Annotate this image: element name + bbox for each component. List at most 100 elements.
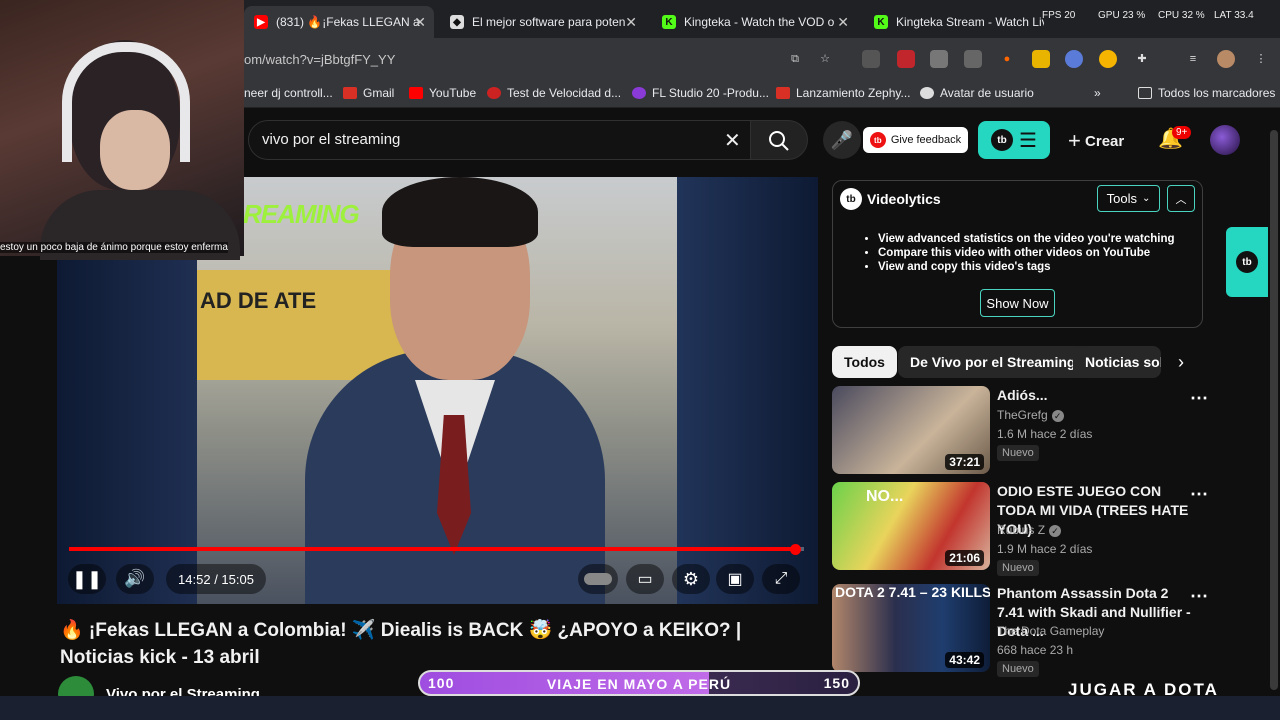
tubebuddy-logo-icon: tb bbox=[991, 129, 1014, 151]
media-control-icon[interactable]: ≡ bbox=[1184, 50, 1202, 68]
settings-button[interactable]: ⚙ bbox=[672, 564, 710, 594]
rec-channel[interactable]: TheGrefg ✓ bbox=[997, 408, 1064, 422]
tab-software[interactable]: ◆ El mejor software para poten ✕ bbox=[440, 6, 645, 38]
tab-kingteka-live[interactable]: K Kingteka Stream - Watch Live bbox=[864, 6, 1044, 38]
extension-icon[interactable] bbox=[1032, 50, 1050, 68]
more-bookmarks-icon[interactable]: » bbox=[1094, 86, 1101, 100]
speedtest-icon bbox=[487, 87, 501, 99]
bookmark-item[interactable]: FL Studio 20 -Produ... bbox=[632, 86, 769, 100]
list-item[interactable]: DOTA 2 7.41 – 23 KILLS 43:42 Phantom Ass… bbox=[832, 584, 1208, 677]
bookmark-item[interactable]: Lanzamiento Zephy... bbox=[776, 86, 911, 100]
volume-button[interactable]: 🔊 bbox=[116, 564, 154, 594]
extension-icon[interactable] bbox=[1099, 50, 1117, 68]
fl-studio-icon bbox=[632, 87, 646, 99]
install-app-icon[interactable]: ⧉ bbox=[786, 50, 804, 68]
bookmark-item[interactable]: Gmail bbox=[343, 86, 394, 100]
duration-badge: 37:21 bbox=[945, 454, 984, 470]
gmail-icon bbox=[776, 87, 790, 99]
create-button[interactable]: + Crear bbox=[1068, 128, 1124, 154]
extension-icon[interactable] bbox=[964, 50, 982, 68]
video-thumbnail[interactable]: 37:21 bbox=[832, 386, 990, 474]
tab-title: Kingteka Stream - Watch Live bbox=[896, 15, 1044, 29]
clear-search-icon[interactable]: ✕ bbox=[724, 128, 741, 153]
gpu-readout: GPU 23 % bbox=[1098, 10, 1146, 21]
videolytics-title: Videolytics bbox=[867, 191, 941, 207]
kick-favicon-icon: K bbox=[662, 15, 676, 29]
search-input[interactable]: vivo por el streaming bbox=[262, 131, 400, 148]
theater-mode-button[interactable]: ▣ bbox=[716, 564, 754, 594]
rec-channel[interactable]: Rubius Z ✓ bbox=[997, 523, 1062, 537]
fullscreen-button[interactable]: ⤢ bbox=[762, 564, 800, 594]
show-now-button[interactable]: Show Now bbox=[980, 289, 1055, 317]
chip-channel[interactable]: De Vivo por el Streaming bbox=[898, 346, 1088, 378]
gear-icon: ⚙ bbox=[682, 568, 700, 589]
videolytics-feature-list: View advanced statistics on the video yo… bbox=[870, 232, 1175, 274]
verified-icon: ✓ bbox=[1049, 525, 1062, 537]
browser-menu-icon[interactable]: ⋮ bbox=[1252, 50, 1270, 68]
chevron-right-icon[interactable]: › bbox=[1178, 352, 1184, 373]
close-tab-icon[interactable]: ✕ bbox=[625, 14, 637, 31]
more-options-icon[interactable]: ⋯ bbox=[1190, 586, 1208, 607]
account-avatar[interactable] bbox=[1210, 125, 1240, 155]
list-item[interactable]: 37:21 Adiós... TheGrefg ✓ 1.6 M hace 2 dí… bbox=[832, 386, 1208, 476]
bookmark-item[interactable]: neer dj controll... bbox=[244, 86, 333, 100]
extensions-puzzle-icon[interactable]: ✚ bbox=[1133, 50, 1151, 68]
subtitles-button[interactable]: ▭ bbox=[626, 564, 664, 594]
bookmark-item[interactable]: Avatar de usuario bbox=[920, 86, 1034, 100]
duration-badge: 21:06 bbox=[945, 550, 984, 566]
goal-start: 100 bbox=[428, 675, 455, 691]
tools-dropdown[interactable]: Tools ⌄ bbox=[1097, 185, 1160, 212]
more-options-icon[interactable]: ⋯ bbox=[1190, 484, 1208, 505]
extension-icon[interactable]: ● bbox=[998, 50, 1016, 68]
voice-search-button[interactable]: 🎤 bbox=[823, 121, 861, 159]
subtitles-icon: ▭ bbox=[637, 571, 653, 588]
extension-icon[interactable] bbox=[930, 50, 948, 68]
collapse-panel-button[interactable]: ︿ bbox=[1167, 185, 1195, 212]
volume-icon: 🔊 bbox=[124, 569, 146, 588]
video-thumbnail[interactable]: DOTA 2 7.41 – 23 KILLS 43:42 bbox=[832, 584, 990, 672]
search-button[interactable] bbox=[750, 120, 808, 160]
pause-button[interactable]: ❚❚ bbox=[68, 564, 106, 594]
new-badge: Nuevo bbox=[997, 560, 1039, 576]
presenter-hair bbox=[382, 177, 538, 247]
more-options-icon[interactable]: ⋯ bbox=[1190, 388, 1208, 409]
extension-icon[interactable] bbox=[897, 50, 915, 68]
plus-icon: + bbox=[1068, 128, 1081, 153]
video-title: 🔥 ¡Fekas LLEGAN a Colombia! ✈️ Diealis i… bbox=[60, 620, 742, 668]
tab-title: (831) 🔥¡Fekas LLEGAN a bbox=[276, 15, 420, 29]
microphone-icon: 🎤 bbox=[830, 129, 854, 150]
verified-icon: ✓ bbox=[1051, 410, 1064, 422]
search-icon bbox=[769, 131, 789, 151]
feedback-logo-icon: tb bbox=[869, 132, 886, 148]
page-scrollbar[interactable] bbox=[1270, 130, 1278, 690]
tab-youtube[interactable]: ▶ (831) 🔥¡Fekas LLEGAN a ✕ bbox=[244, 6, 434, 38]
chip-noticias[interactable]: Noticias sob bbox=[1073, 346, 1161, 378]
list-item[interactable]: NO... 21:06 ODIO ESTE JUEGO CON TODA MI … bbox=[832, 482, 1208, 576]
tubebuddy-menu-button[interactable]: tb ☰ bbox=[978, 121, 1050, 159]
chip-todos[interactable]: Todos bbox=[832, 346, 897, 378]
pause-icon: ❚❚ bbox=[71, 568, 103, 589]
tab-kingteka-vod[interactable]: K Kingteka - Watch the VOD o ✕ bbox=[652, 6, 857, 38]
chevron-down-icon: ⌄ bbox=[1141, 193, 1151, 204]
bookmarks-folder[interactable]: Todos los marcadores bbox=[1138, 86, 1275, 100]
url-field[interactable]: om/watch?v=jBbtgfFY_YY bbox=[244, 52, 395, 67]
video-frame-right bbox=[677, 177, 818, 604]
video-thumbnail[interactable]: NO... 21:06 bbox=[832, 482, 990, 570]
time-display: 14:52 / 15:05 bbox=[166, 564, 266, 594]
bookmark-star-icon[interactable]: ☆ bbox=[816, 50, 834, 68]
rec-channel[interactable]: The Dota Gameplay bbox=[997, 624, 1104, 638]
tab-title: Kingteka - Watch the VOD o bbox=[684, 15, 835, 29]
feature-item: View advanced statistics on the video yo… bbox=[878, 232, 1175, 246]
close-tab-icon[interactable]: ✕ bbox=[414, 14, 426, 31]
give-feedback-button[interactable]: tb Give feedback bbox=[863, 127, 968, 153]
bookmark-item[interactable]: YouTube bbox=[409, 86, 476, 100]
autoplay-toggle[interactable] bbox=[578, 564, 618, 594]
extension-icon[interactable] bbox=[862, 50, 880, 68]
tubebuddy-side-tab[interactable]: tb bbox=[1226, 227, 1268, 297]
fullscreen-icon: ⤢ bbox=[774, 570, 788, 587]
extension-icon[interactable] bbox=[1065, 50, 1083, 68]
close-tab-icon[interactable]: ✕ bbox=[837, 14, 849, 31]
bookmark-item[interactable]: Test de Velocidad d... bbox=[487, 86, 621, 100]
rec-title[interactable]: Adiós... bbox=[997, 386, 1192, 405]
profile-avatar-icon[interactable] bbox=[1217, 50, 1235, 68]
